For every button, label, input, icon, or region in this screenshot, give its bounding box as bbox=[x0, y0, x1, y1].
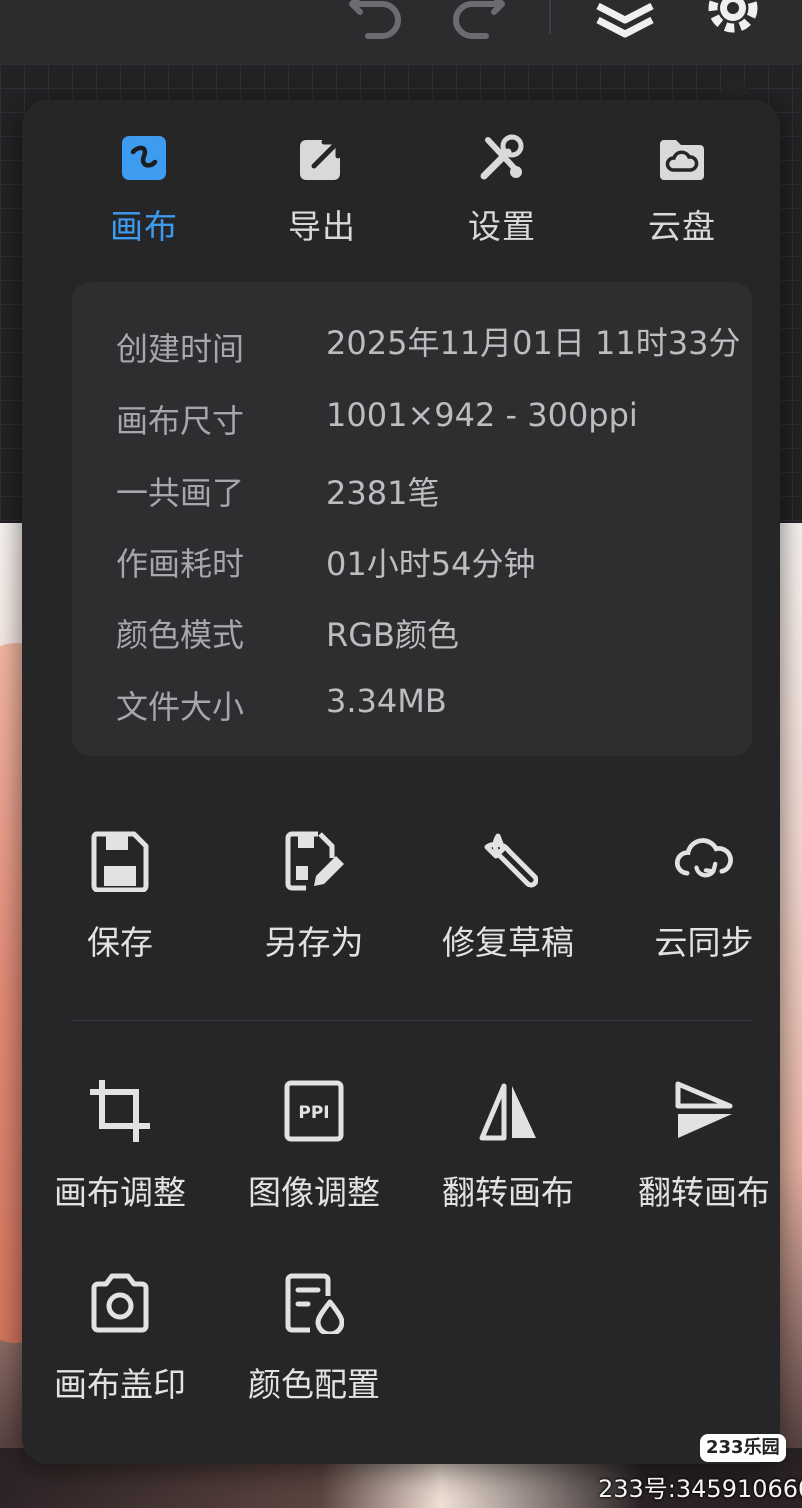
cloud-folder-icon bbox=[660, 140, 704, 180]
info-value: RGB颜色 bbox=[326, 616, 459, 654]
canvas-info-card: 创建时间 2025年11月01日 11时33分 画布尺寸 1001×942 - … bbox=[72, 282, 752, 756]
export-icon bbox=[300, 139, 341, 180]
info-key: 一共画了 bbox=[116, 474, 245, 512]
tab-cloud-drive-label: 云盘 bbox=[648, 207, 716, 246]
flip-vertical-icon bbox=[675, 1081, 733, 1138]
tab-canvas[interactable]: 画布 bbox=[54, 134, 234, 254]
tab-bar: 画布 导出 设置 云盘 bbox=[22, 134, 780, 254]
tab-export[interactable]: 导出 bbox=[232, 134, 412, 254]
tab-settings-label: 设置 bbox=[468, 207, 536, 246]
undo-icon[interactable] bbox=[346, 0, 410, 40]
canvas-stamp-button[interactable]: 画布盖印 bbox=[22, 1272, 218, 1432]
flip-horizontal-icon bbox=[479, 1083, 536, 1141]
crop-icon bbox=[90, 1080, 150, 1142]
color-profile-button[interactable]: 颜色配置 bbox=[216, 1272, 412, 1432]
tab-cloud-drive[interactable]: 云盘 bbox=[592, 134, 772, 254]
cloud-sync-button[interactable]: 云同步 bbox=[606, 830, 802, 990]
image-adjust-label: 图像调整 bbox=[248, 1173, 380, 1212]
info-row-color-mode: 颜色模式 RGB颜色 bbox=[72, 610, 752, 670]
canvas-adjust-label: 画布调整 bbox=[54, 1173, 186, 1212]
info-row-created: 创建时间 2025年11月01日 11时33分 bbox=[72, 318, 752, 378]
save-button[interactable]: 保存 bbox=[22, 830, 218, 990]
color-profile-icon bbox=[285, 1273, 344, 1334]
repair-draft-label: 修复草稿 bbox=[442, 923, 574, 962]
canvas-adjust-button[interactable]: 画布调整 bbox=[22, 1080, 218, 1240]
info-value: 2381笔 bbox=[326, 474, 440, 512]
save-icon bbox=[91, 831, 149, 892]
cloud-sync-label: 云同步 bbox=[654, 923, 754, 962]
flip-canvas-horizontal-button[interactable]: 翻转画布 bbox=[410, 1080, 606, 1240]
redo-icon[interactable] bbox=[444, 0, 508, 40]
save-as-button[interactable]: 另存为 bbox=[216, 830, 412, 990]
watermark-text: 233号:345910660 bbox=[598, 1475, 802, 1503]
watermark-badge: 233乐园 bbox=[700, 1434, 786, 1462]
info-value: 2025年11月01日 11时33分 bbox=[326, 324, 741, 362]
info-key: 创建时间 bbox=[116, 330, 245, 368]
info-row-strokes: 一共画了 2381笔 bbox=[72, 468, 752, 528]
info-value: 01小时54分钟 bbox=[326, 545, 536, 583]
wrench-icon bbox=[484, 833, 538, 888]
info-value: 1001×942 - 300ppi bbox=[326, 396, 638, 434]
camera-icon bbox=[91, 1273, 149, 1333]
svg-text:PPI: PPI bbox=[298, 1103, 329, 1123]
tab-export-label: 导出 bbox=[288, 207, 356, 246]
gear-icon[interactable] bbox=[704, 0, 762, 40]
section-divider bbox=[72, 1020, 752, 1021]
info-key: 颜色模式 bbox=[116, 616, 245, 654]
save-label: 保存 bbox=[87, 923, 153, 962]
panel-caret bbox=[714, 74, 758, 100]
flip-canvas-horizontal-label: 翻转画布 bbox=[442, 1173, 574, 1212]
cloud-sync-icon bbox=[674, 838, 733, 878]
tab-settings[interactable]: 设置 bbox=[412, 134, 592, 254]
flip-canvas-vertical-button[interactable]: 翻转画布 bbox=[606, 1080, 802, 1240]
info-row-file-size: 文件大小 3.34MB bbox=[72, 682, 752, 742]
tab-canvas-label: 画布 bbox=[110, 207, 178, 246]
toolbar-divider bbox=[549, 0, 551, 34]
settings-tools-icon bbox=[480, 134, 524, 180]
canvas-stamp-label: 画布盖印 bbox=[54, 1365, 186, 1404]
canvas-menu-panel: 画布 导出 设置 云盘 创建时间 2025年11月01日 11时33分 画布尺寸… bbox=[22, 100, 780, 1464]
info-row-duration: 作画耗时 01小时54分钟 bbox=[72, 539, 752, 599]
image-adjust-button[interactable]: PPI 图像调整 bbox=[216, 1080, 412, 1240]
repair-draft-button[interactable]: 修复草稿 bbox=[410, 830, 606, 990]
info-key: 作画耗时 bbox=[116, 545, 245, 583]
top-toolbar bbox=[0, 0, 802, 64]
info-key: 文件大小 bbox=[116, 688, 245, 726]
save-as-label: 另存为 bbox=[264, 923, 364, 962]
ppi-icon: PPI bbox=[284, 1080, 344, 1142]
info-value: 3.34MB bbox=[326, 682, 447, 720]
flip-canvas-vertical-label: 翻转画布 bbox=[638, 1173, 770, 1212]
color-profile-label: 颜色配置 bbox=[248, 1365, 380, 1404]
info-row-canvas-size: 画布尺寸 1001×942 - 300ppi bbox=[72, 396, 752, 456]
canvas-icon bbox=[122, 136, 166, 180]
save-as-icon bbox=[285, 831, 344, 891]
info-key: 画布尺寸 bbox=[116, 402, 245, 440]
layers-icon[interactable] bbox=[594, 0, 656, 40]
